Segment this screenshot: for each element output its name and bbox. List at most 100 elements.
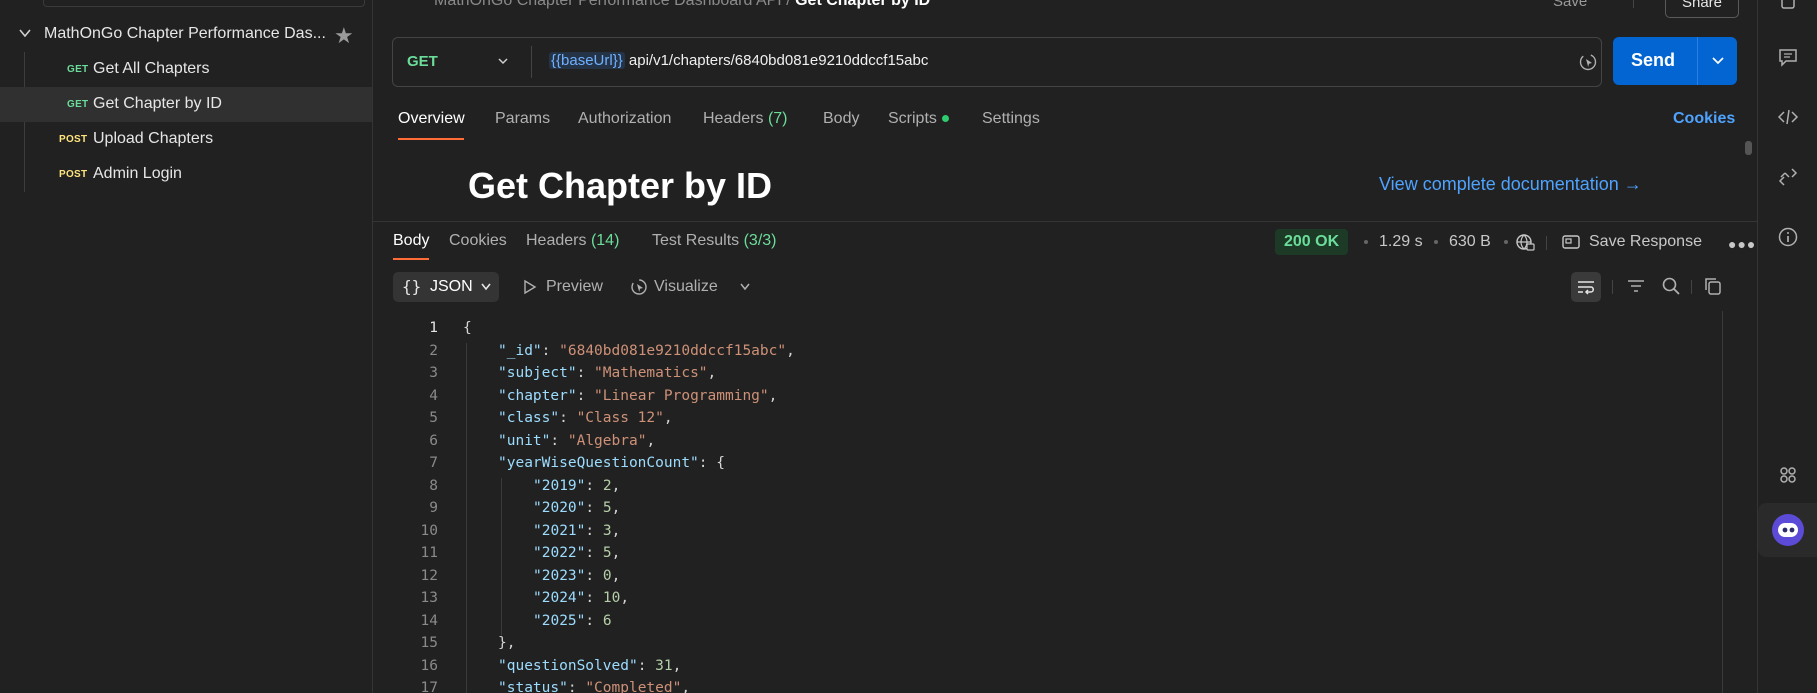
- shortcuts-icon[interactable]: [1777, 464, 1799, 486]
- response-size[interactable]: 630 B: [1449, 233, 1491, 251]
- json-punct: :: [585, 477, 603, 494]
- code-line[interactable]: 5 "class": "Class 12",: [373, 410, 1723, 432]
- chevron-down-icon[interactable]: [497, 55, 509, 67]
- tab-scripts[interactable]: Scripts: [888, 110, 949, 128]
- related-collections-icon[interactable]: [1777, 166, 1799, 188]
- more-options-icon[interactable]: ●●●: [1728, 236, 1756, 252]
- tab-authorization[interactable]: Authorization: [578, 110, 671, 128]
- filter-icon[interactable]: [1625, 275, 1647, 297]
- send-button[interactable]: Send: [1613, 37, 1737, 85]
- response-tab-headers[interactable]: Headers (14): [526, 232, 619, 250]
- code-line[interactable]: 14 "2025": 6: [373, 613, 1723, 635]
- visualize-icon[interactable]: [629, 277, 649, 297]
- code-text: "class": "Class 12",: [498, 410, 673, 426]
- cookies-link[interactable]: Cookies: [1673, 110, 1735, 128]
- tab-body[interactable]: Body: [823, 110, 859, 128]
- method-select[interactable]: GET: [407, 53, 438, 70]
- tab-overview[interactable]: Overview: [398, 110, 465, 128]
- view-documentation-link[interactable]: View complete documentation →: [1379, 174, 1642, 195]
- sidebar-request-upload-chapters[interactable]: POST Upload Chapters: [0, 122, 372, 157]
- tab-params[interactable]: Params: [495, 110, 550, 128]
- response-body-editor[interactable]: 1{2 "_id": "6840bd081e9210ddccf15abc", 3 "s…: [373, 311, 1757, 693]
- code-line[interactable]: 2 "_id": "6840bd081e9210ddccf15abc",: [373, 343, 1723, 365]
- json-punct: },: [498, 635, 516, 651]
- tab-headers[interactable]: Headers (7): [703, 110, 788, 128]
- wrap-lines-button[interactable]: [1571, 272, 1601, 302]
- json-punct: ,: [646, 432, 656, 449]
- request-method: POST: [59, 134, 88, 145]
- scrollbar[interactable]: [1745, 141, 1752, 155]
- format-select[interactable]: {} JSON: [393, 272, 499, 302]
- save-response-icon[interactable]: [1561, 232, 1581, 252]
- line-number: 10: [420, 522, 438, 539]
- cursor-click-icon[interactable]: [1577, 51, 1599, 73]
- sidebar-request-admin-login[interactable]: POST Admin Login: [0, 157, 372, 192]
- chevron-down-icon[interactable]: [1711, 55, 1725, 67]
- response-tab-cookies[interactable]: Cookies: [449, 232, 507, 250]
- separator-dot: [1434, 240, 1438, 244]
- preview-button[interactable]: Preview: [546, 278, 603, 296]
- json-punct: :: [541, 342, 560, 359]
- tab-settings[interactable]: Settings: [982, 110, 1040, 128]
- code-line[interactable]: 12 "2023": 0,: [373, 568, 1723, 590]
- code-line[interactable]: 9 "2020": 5,: [373, 500, 1723, 522]
- json-punct: ,: [768, 387, 778, 404]
- play-icon[interactable]: [523, 279, 537, 295]
- document-icon[interactable]: [1777, 0, 1799, 14]
- comments-icon[interactable]: [1777, 46, 1799, 68]
- info-icon[interactable]: [1777, 226, 1799, 248]
- json-punct: :: [567, 680, 586, 693]
- url-input[interactable]: {{baseUrl}} api/v1/chapters/6840bd081e92…: [549, 52, 928, 69]
- scrollbar[interactable]: [1722, 311, 1723, 693]
- search-icon[interactable]: [1660, 275, 1682, 297]
- code-line[interactable]: 3 "subject": "Mathematics",: [373, 365, 1723, 387]
- code-line[interactable]: 11 "2022": 5,: [373, 545, 1723, 567]
- share-button[interactable]: Share: [1665, 0, 1739, 18]
- json-punct: {: [463, 320, 472, 336]
- code-line[interactable]: 10 "2021": 3,: [373, 523, 1723, 545]
- code-line[interactable]: 4 "chapter": "Linear Programming",: [373, 388, 1723, 410]
- chevron-down-icon[interactable]: [18, 26, 32, 40]
- response-tab-body[interactable]: Body: [393, 232, 429, 250]
- code-line[interactable]: 7 "yearWiseQuestionCount": {: [373, 455, 1723, 477]
- code-text: },: [498, 635, 515, 651]
- network-lock-icon[interactable]: [1515, 232, 1535, 252]
- status-badge[interactable]: 200 OK: [1275, 229, 1349, 255]
- sidebar-request-get-chapter-by-id[interactable]: GET Get Chapter by ID: [0, 87, 372, 122]
- breadcrumb-parent[interactable]: MathOnGo Chapter Performance Dashboard A…: [434, 0, 782, 9]
- code-line[interactable]: 1{: [373, 320, 1723, 342]
- collection-name[interactable]: MathOnGo Chapter Performance Das...: [44, 25, 326, 43]
- breadcrumb-current[interactable]: Get Chapter by ID: [795, 0, 930, 9]
- code-text: "yearWiseQuestionCount": {: [498, 455, 725, 471]
- code-text: "status": "Completed",: [498, 680, 690, 693]
- tab-label: Scripts: [888, 110, 937, 127]
- json-punct: ,: [672, 657, 682, 674]
- code-line[interactable]: 15},: [373, 635, 1723, 657]
- collection-header[interactable]: MathOnGo Chapter Performance Das... ★: [0, 17, 372, 51]
- visualize-button[interactable]: Visualize: [654, 278, 718, 296]
- copy-icon[interactable]: [1702, 275, 1724, 297]
- code-line[interactable]: 6 "unit": "Algebra",: [373, 433, 1723, 455]
- response-divider[interactable]: [373, 221, 1757, 222]
- chevron-down-icon[interactable]: [739, 282, 751, 292]
- json-number: 31: [655, 657, 673, 674]
- code-line[interactable]: 17 "status": "Completed",: [373, 680, 1723, 693]
- save-button[interactable]: Save: [1553, 0, 1587, 10]
- code-line[interactable]: 13 "2024": 10,: [373, 590, 1723, 612]
- json-punct: :: [559, 410, 577, 426]
- response-time[interactable]: 1.29 s: [1379, 233, 1423, 251]
- code-icon[interactable]: [1777, 106, 1799, 128]
- sidebar-request-get-all-chapters[interactable]: GET Get All Chapters: [0, 52, 372, 87]
- code-line[interactable]: 8 "2019": 2,: [373, 478, 1723, 500]
- save-response-button[interactable]: Save Response: [1589, 233, 1702, 251]
- sidebar-search-box[interactable]: [43, 0, 365, 7]
- ai-assistant-button[interactable]: [1758, 503, 1817, 557]
- code-line[interactable]: 16 "questionSolved": 31,: [373, 658, 1723, 680]
- star-icon[interactable]: ★: [334, 23, 354, 49]
- url-variable[interactable]: {{baseUrl}}: [549, 52, 625, 69]
- json-punct: :: [585, 567, 603, 584]
- json-punct: ,: [707, 365, 717, 381]
- line-number: 9: [429, 500, 438, 516]
- line-number: 14: [420, 612, 438, 629]
- response-tab-test-results[interactable]: Test Results (3/3): [652, 232, 777, 250]
